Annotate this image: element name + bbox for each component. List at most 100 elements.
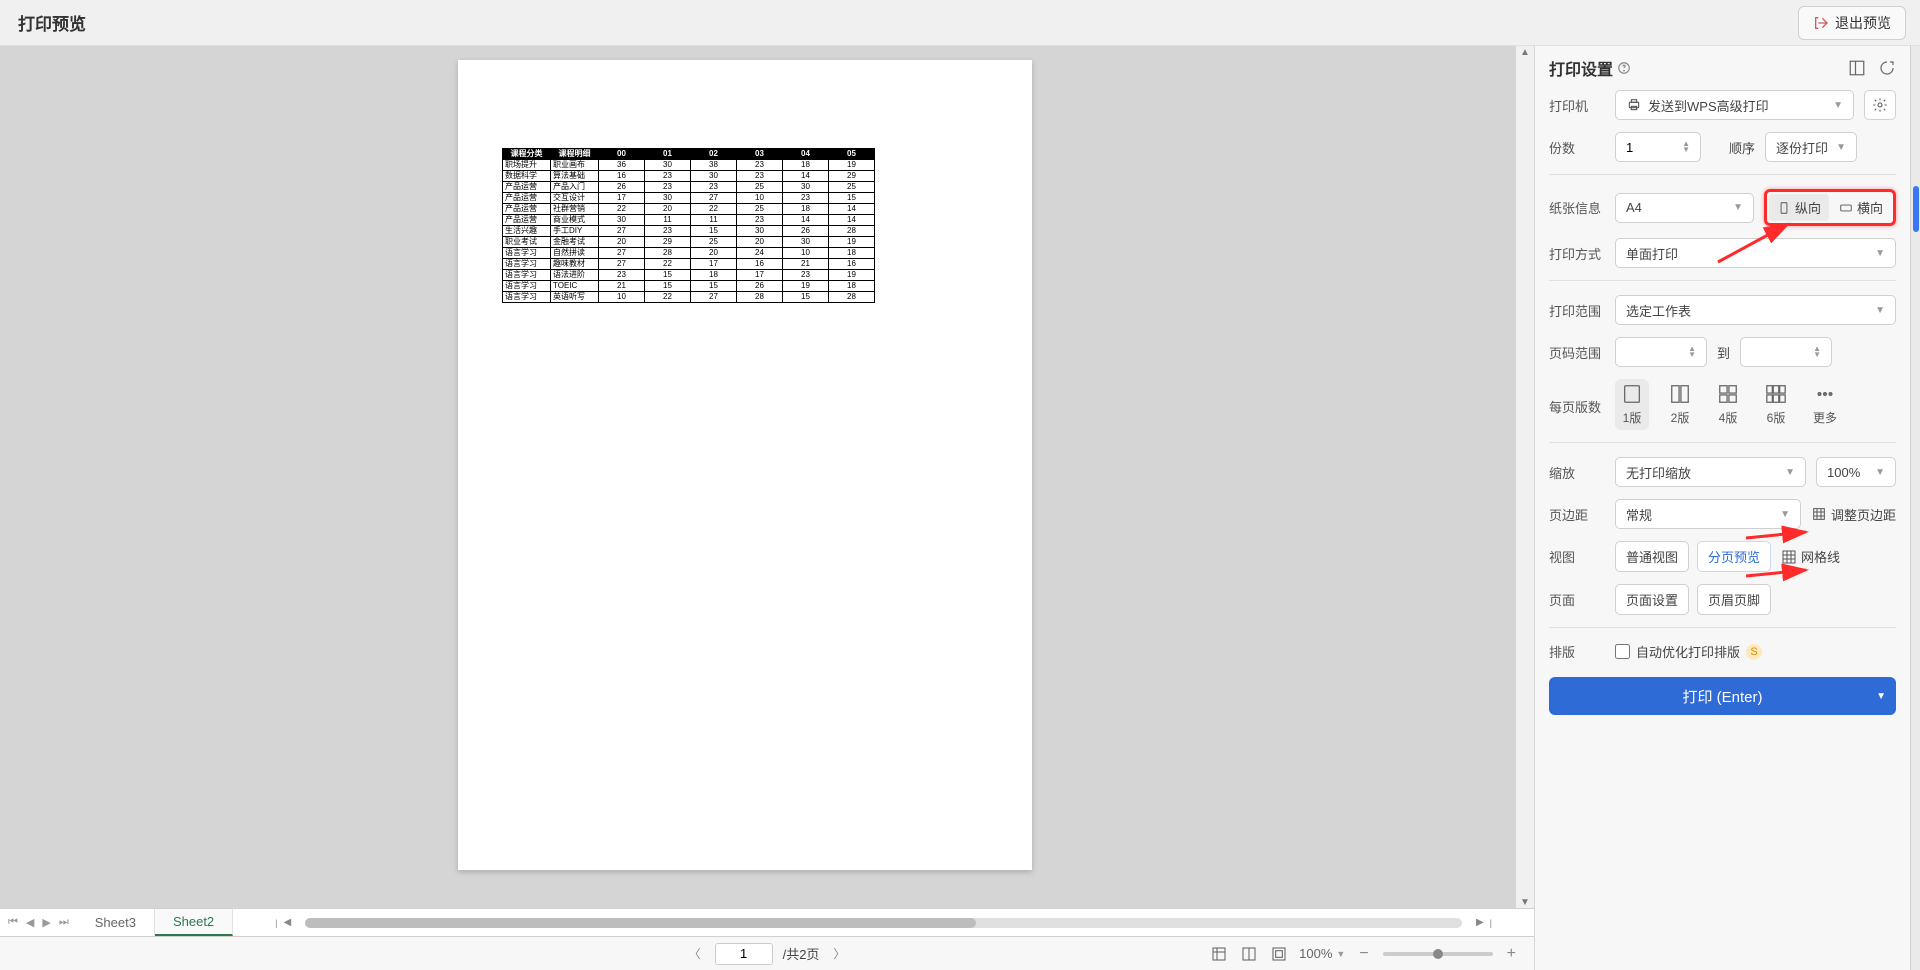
printer-select[interactable]: 发送到WPS高级打印 ▼	[1615, 90, 1854, 120]
zoom-select[interactable]: 100% ▼	[1299, 946, 1345, 961]
spreadsheet-table: 课程分类课程明细000102030405 职场提升职业画布36303823181…	[502, 148, 875, 303]
table-row: 产品运营交互设计173027102315	[503, 193, 875, 204]
page-range-label: 页码范围	[1549, 343, 1605, 362]
pages-per-sheet-option[interactable]: 2版	[1663, 379, 1697, 430]
page-total-label: /共2页	[783, 944, 820, 963]
page-setup-label: 页面	[1549, 590, 1605, 609]
panel-title: 打印设置	[1549, 56, 1631, 80]
panel-refresh-icon[interactable]	[1878, 59, 1896, 77]
page-number-input[interactable]	[715, 943, 773, 965]
page-setup-button[interactable]: 页面设置	[1615, 584, 1689, 615]
orientation-group: 纵向 横向	[1764, 189, 1896, 226]
per-page-label: 每页版数	[1549, 379, 1605, 416]
table-header: 00	[599, 149, 645, 160]
view-layout-icon[interactable]	[1239, 944, 1259, 964]
print-button[interactable]: 打印 (Enter) ▼	[1549, 677, 1896, 715]
zoom-out-button[interactable]: −	[1355, 945, 1372, 963]
panel-layout-icon[interactable]	[1848, 59, 1866, 77]
pages-per-sheet-option[interactable]: 4版	[1711, 379, 1745, 430]
auto-layout-checkbox[interactable]: 自动优化打印排版 S	[1615, 642, 1762, 661]
next-tab-icon[interactable]: ▶	[42, 916, 50, 929]
margin-label: 页边距	[1549, 505, 1605, 524]
horizontal-scrollbar[interactable]	[305, 918, 1462, 928]
normal-view-button[interactable]: 普通视图	[1615, 541, 1689, 572]
pages-per-sheet-option[interactable]: 更多	[1807, 379, 1843, 430]
copies-label: 份数	[1549, 138, 1605, 157]
layout-label: 排版	[1549, 642, 1605, 661]
gridlines-toggle[interactable]: 网格线	[1781, 547, 1840, 566]
sheet-tab[interactable]: Sheet3	[77, 909, 155, 936]
scroll-left-icon[interactable]: ◀	[280, 917, 296, 928]
table-row: 产品运营社群营销222022251814	[503, 204, 875, 215]
sheet-tab[interactable]: Sheet2	[155, 909, 233, 936]
table-row: 产品运营产品入门262323253025	[503, 182, 875, 193]
view-normal-icon[interactable]	[1209, 944, 1229, 964]
vertical-scrollbar[interactable]: ▲ ▼	[1516, 46, 1534, 908]
adjust-margin-button[interactable]: 调整页边距	[1811, 505, 1896, 524]
view-label: 视图	[1549, 547, 1605, 566]
table-row: 数据科学算法基础162330231429	[503, 171, 875, 182]
table-row: 职场提升职业画布363038231819	[503, 160, 875, 171]
page-to-label: 到	[1717, 343, 1730, 362]
prev-tab-icon[interactable]: ◀	[26, 916, 34, 929]
first-tab-icon[interactable]: ⏮	[8, 916, 18, 929]
print-method-select[interactable]: 单面打印▼	[1615, 238, 1896, 268]
table-row: 语言学习TOEIC211515261918	[503, 281, 875, 292]
scale-label: 缩放	[1549, 463, 1605, 482]
scroll-right-edge[interactable]: |	[1488, 918, 1494, 928]
page-title: 打印预览	[18, 10, 86, 35]
range-label: 打印范围	[1549, 301, 1605, 320]
table-header: 课程明细	[551, 149, 599, 160]
portrait-button[interactable]: 纵向	[1769, 194, 1829, 221]
preview-page: 课程分类课程明细000102030405 职场提升职业画布36303823181…	[458, 60, 1032, 870]
printer-label: 打印机	[1549, 96, 1605, 115]
settings-panel: 打印设置 打印机 发送到WPS高级打印 ▼	[1534, 46, 1920, 970]
table-header: 课程分类	[503, 149, 551, 160]
paper-label: 纸张信息	[1549, 198, 1605, 217]
table-header: 01	[645, 149, 691, 160]
sheet-tab-bar: ⏮ ◀ ▶ ⏭ Sheet3Sheet2 | ◀ ▶ |	[0, 908, 1534, 936]
copies-input[interactable]: ▲▼	[1615, 132, 1701, 162]
margin-select[interactable]: 常规▼	[1615, 499, 1801, 529]
table-header: 03	[737, 149, 783, 160]
tab-nav-buttons: ⏮ ◀ ▶ ⏭	[0, 909, 77, 936]
table-header: 05	[829, 149, 875, 160]
order-select[interactable]: 逐份打印▼	[1765, 132, 1857, 162]
table-row: 语言学习趣味教材272217162116	[503, 259, 875, 270]
table-row: 语言学习英语听写102227281528	[503, 292, 875, 303]
pages-per-sheet-option[interactable]: 1版	[1615, 379, 1649, 430]
table-row: 产品运营商业模式301111231414	[503, 215, 875, 226]
view-break-icon[interactable]	[1269, 944, 1289, 964]
scale-select[interactable]: 无打印缩放▼	[1615, 457, 1806, 487]
scroll-down-icon[interactable]: ▼	[1519, 896, 1531, 908]
scroll-up-icon[interactable]: ▲	[1519, 46, 1531, 58]
page-prev-icon[interactable]: 〈	[685, 945, 705, 962]
page-to-input[interactable]: ▲▼	[1740, 337, 1832, 367]
print-range-select[interactable]: 选定工作表▼	[1615, 295, 1896, 325]
paged-preview-button[interactable]: 分页预览	[1697, 541, 1771, 572]
preview-canvas: 课程分类课程明细000102030405 职场提升职业画布36303823181…	[0, 46, 1534, 908]
header-footer-button[interactable]: 页眉页脚	[1697, 584, 1771, 615]
zoom-slider[interactable]	[1383, 952, 1493, 956]
order-label: 顺序	[1729, 138, 1755, 157]
table-header: 04	[783, 149, 829, 160]
page-from-input[interactable]: ▲▼	[1615, 337, 1707, 367]
scale-percent-select[interactable]: 100%▼	[1816, 457, 1896, 487]
exit-preview-button[interactable]: 退出预览	[1798, 6, 1906, 40]
premium-badge-icon: S	[1746, 644, 1762, 660]
table-row: 生活兴趣手工DIY272315302628	[503, 226, 875, 237]
landscape-button[interactable]: 横向	[1831, 194, 1891, 221]
top-bar: 打印预览 退出预览	[0, 0, 1920, 46]
pages-per-sheet-option[interactable]: 6版	[1759, 379, 1793, 430]
table-row: 语言学习自然拼读272820241018	[503, 248, 875, 259]
last-tab-icon[interactable]: ⏭	[59, 916, 69, 929]
table-row: 语言学习语法进阶231518172319	[503, 270, 875, 281]
scroll-right-icon[interactable]: ▶	[1472, 917, 1488, 928]
table-row: 职业考试金融考试202925203019	[503, 237, 875, 248]
zoom-in-button[interactable]: +	[1503, 945, 1520, 963]
printer-settings-button[interactable]	[1864, 90, 1896, 120]
page-nav-bar: 〈 /共2页 〉 100% ▼ − +	[0, 936, 1534, 970]
page-next-icon[interactable]: 〉	[829, 945, 849, 962]
paper-size-select[interactable]: A4▼	[1615, 193, 1754, 223]
side-panel-grip[interactable]	[1910, 46, 1920, 970]
